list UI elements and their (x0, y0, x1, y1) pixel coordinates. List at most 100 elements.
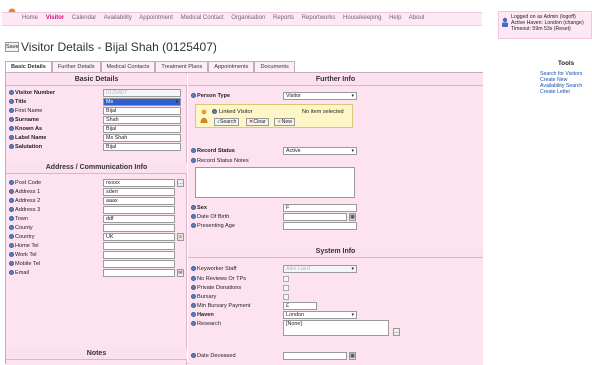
country-label: Country (15, 234, 35, 240)
post-code-field[interactable]: nxxxx (103, 179, 175, 187)
salutation-field[interactable]: Bijal (103, 143, 181, 151)
nav-appointment[interactable]: Appointment (139, 15, 173, 21)
info-icon (9, 207, 14, 212)
first-name-field[interactable]: Bijal (103, 107, 181, 115)
presenting-age-row: Presenting Age (191, 222, 481, 231)
presenting-age-field[interactable] (283, 222, 357, 230)
notes-heading: Notes (6, 349, 187, 360)
county-field[interactable] (103, 224, 175, 232)
haven-select[interactable]: London (283, 311, 357, 319)
email-field[interactable] (103, 269, 175, 277)
info-icon (9, 270, 14, 275)
email-row: Email ✉ (9, 269, 185, 278)
dob-field[interactable] (283, 213, 347, 221)
address2-label: Address 2 (15, 198, 41, 204)
person-type-select[interactable]: Visitor (283, 92, 357, 100)
tool-create-letter[interactable]: Create Letter (540, 89, 592, 95)
info-icon (191, 223, 196, 228)
address-lookup-button[interactable]: … (177, 179, 184, 187)
clear-button[interactable]: ✕Clear (246, 118, 269, 126)
mobile-tel-field[interactable] (103, 260, 175, 268)
date-deceased-field[interactable] (283, 352, 347, 360)
title-select[interactable]: Ms (103, 98, 181, 106)
town-field[interactable]: ddf (103, 215, 175, 223)
login-line-3[interactable]: Timeout: 59m 53s (Reset) (511, 26, 589, 32)
address1-field[interactable]: sderr (103, 188, 175, 196)
min-bursary-field[interactable]: £ (283, 302, 317, 310)
address-heading: Address / Communication Info (6, 163, 187, 174)
country-lookup-icon[interactable]: ⌕ (177, 233, 184, 241)
research-row: Research [None] … (191, 320, 481, 336)
label-name-field[interactable]: Ms Shah (103, 134, 181, 142)
post-code-row: Post Code nxxxx … (9, 179, 185, 188)
sex-field[interactable]: F (283, 204, 357, 212)
calendar-icon[interactable]: ▦ (349, 213, 356, 221)
private-donations-label: Private Donations (197, 285, 242, 291)
nav-housekeeping[interactable]: Housekeeping (343, 15, 381, 21)
left-column: Basic Details Visitor Number 0125407 Tit… (6, 73, 187, 365)
nav-reportworks[interactable]: Reportworks (302, 15, 336, 21)
work-tel-field[interactable] (103, 251, 175, 259)
mobile-tel-label: Mobile Tel (15, 261, 41, 267)
research-label: Research (197, 321, 221, 327)
post-code-label: Post Code (15, 180, 42, 186)
dob-label: Date Of Birth (197, 214, 230, 220)
info-icon (212, 109, 217, 114)
bursary-checkbox[interactable] (283, 294, 289, 300)
info-icon (9, 243, 14, 248)
known-as-field[interactable]: Bijal (103, 125, 181, 133)
search-button[interactable]: ⌕Search (214, 118, 240, 126)
info-icon (9, 108, 14, 113)
nav-help[interactable]: Help (389, 15, 401, 21)
calendar-icon[interactable]: ▦ (349, 352, 356, 360)
record-status-select[interactable]: Active (283, 147, 357, 155)
info-icon (191, 285, 196, 290)
surname-field[interactable]: Shah (103, 116, 181, 124)
address2-field[interactable]: aaax (103, 197, 175, 205)
search-button-label: Search (219, 119, 237, 125)
mobile-tel-row: Mobile Tel (9, 260, 185, 269)
country-field[interactable]: UK (103, 233, 175, 241)
nav-calendar[interactable]: Calendar (72, 15, 96, 21)
title-row: Title Ms (9, 98, 185, 107)
linked-visitor-label: Linked Visitor (219, 109, 253, 115)
save-button[interactable]: Save (5, 42, 19, 52)
no-reviews-checkbox[interactable] (283, 276, 289, 282)
record-status-notes-textarea[interactable] (195, 167, 355, 198)
send-email-icon[interactable]: ✉ (177, 269, 184, 277)
private-donations-checkbox[interactable] (283, 285, 289, 291)
address3-field[interactable] (103, 206, 175, 214)
nav-organisation[interactable]: Organisation (231, 15, 265, 21)
info-icon (9, 117, 14, 122)
research-list[interactable]: [None] (283, 320, 389, 336)
info-icon (191, 303, 196, 308)
visitor-number-field: 0125407 (103, 89, 181, 97)
info-icon (191, 312, 196, 317)
first-name-row: First Name Bijal (9, 107, 185, 116)
date-deceased-row: Date Deceased ▦ (191, 352, 481, 361)
record-status-row: Record Status Active (191, 147, 481, 156)
bursary-row: Bursary (191, 293, 481, 302)
min-bursary-label: Min Bursary Payment (197, 303, 251, 309)
nav-medical-contact[interactable]: Medical Contact (181, 15, 224, 21)
min-bursary-row: Min Bursary Payment £ (191, 302, 481, 311)
work-tel-row: Work Tel (9, 251, 185, 260)
town-label: Town (15, 216, 29, 222)
salutation-label: Salutation (15, 144, 43, 150)
salutation-row: Salutation Bijal (9, 143, 185, 152)
nav-reports[interactable]: Reports (273, 15, 294, 21)
details-panel: Basic Details Visitor Number 0125407 Tit… (5, 72, 483, 365)
nav-visitor[interactable]: Visitor (46, 15, 65, 21)
info-icon (9, 234, 14, 239)
nav-about[interactable]: About (409, 15, 425, 21)
research-more-button[interactable]: … (393, 328, 400, 336)
new-button[interactable]: ★New (274, 118, 296, 126)
bursary-label: Bursary (197, 294, 217, 300)
info-icon (191, 276, 196, 281)
home-tel-field[interactable] (103, 242, 175, 250)
linked-visitor-box: Linked Visitor No item selected ⌕Search … (195, 104, 353, 128)
top-bar: Home Visitor Calendar Availability Appoi… (0, 0, 592, 39)
sex-row: Sex F (191, 204, 481, 213)
nav-home[interactable]: Home (22, 15, 38, 21)
nav-availability[interactable]: Availability (104, 15, 132, 21)
